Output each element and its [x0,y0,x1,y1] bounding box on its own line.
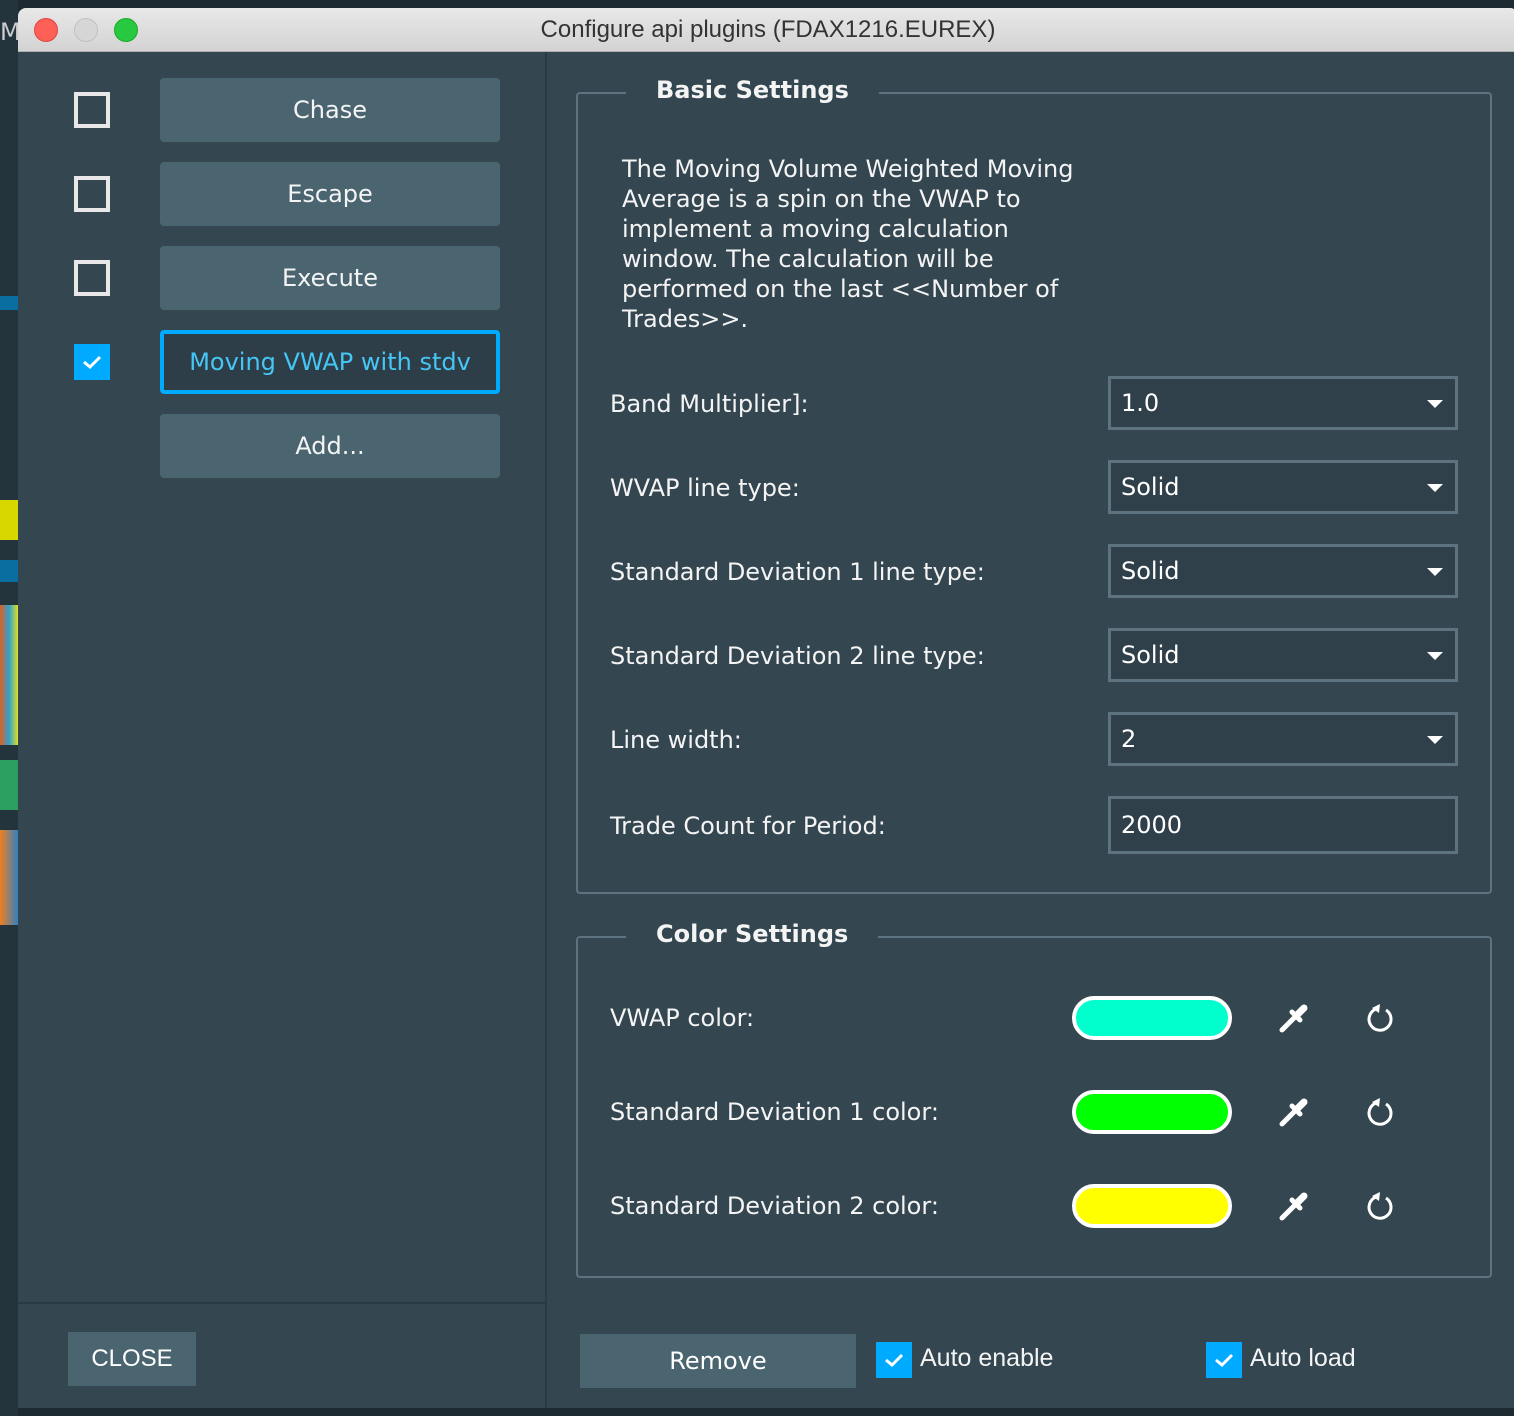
dropdown-value: Solid [1121,641,1180,669]
check-icon [1215,1353,1234,1368]
reset-icon[interactable] [1364,1190,1396,1222]
trade-count-input[interactable]: 2000 [1108,796,1458,854]
plugin-enable-checkbox[interactable] [74,344,110,380]
dropdown-value: Solid [1121,557,1180,585]
vwap-color-swatch[interactable] [1072,996,1232,1040]
close-window-button[interactable] [34,18,58,42]
chevron-down-icon [1427,736,1443,744]
stdev1-color-swatch[interactable] [1072,1090,1232,1134]
title-bar: Configure api plugins (FDAX1216.EUREX) [18,8,1514,52]
chevron-down-icon [1427,484,1443,492]
chevron-down-icon [1427,652,1443,660]
band-multiplier-dropdown[interactable]: 1.0 [1108,376,1458,430]
plugin-enable-checkbox[interactable] [74,92,110,128]
check-icon [83,355,102,370]
stdev2-color-label: Standard Deviation 2 color: [610,1192,939,1220]
line-width-dropdown[interactable]: 2 [1108,712,1458,766]
chevron-down-icon [1427,400,1443,408]
chevron-down-icon [1427,568,1443,576]
window-title: Configure api plugins (FDAX1216.EUREX) [540,16,996,43]
vwap-line-type-dropdown[interactable]: Solid [1108,460,1458,514]
plugin-description: The Moving Volume Weighted Moving Averag… [622,155,1074,333]
reset-icon[interactable] [1364,1096,1396,1128]
zoom-window-button[interactable] [114,18,138,42]
plugin-row-moving-vwap: Moving VWAP with stdv [18,330,547,394]
basic-settings-group: Basic Settings The Moving Volume Weighte… [576,76,1492,894]
stdev2-line-type-label: Standard Deviation 2 line type: [610,642,985,670]
vwap-color-label: VWAP color: [610,1004,755,1032]
dropdown-value: Solid [1121,473,1180,501]
background-app: M [0,0,21,1416]
plugin-button-chase[interactable]: Chase [160,78,500,142]
trade-count-label: Trade Count for Period: [610,812,886,840]
plugin-list-panel: Chase Escape Execute Moving VWAP with st… [18,52,547,1408]
dropdown-value: 2 [1121,725,1137,753]
close-button[interactable]: CLOSE [68,1332,196,1386]
add-plugin-row: Add... [18,414,547,478]
basic-settings-title: Basic Settings [626,76,879,104]
auto-load-label: Auto load [1250,1344,1356,1372]
plugin-button-moving-vwap[interactable]: Moving VWAP with stdv [160,330,500,394]
eyedropper-icon[interactable] [1278,1002,1310,1034]
plugin-row-chase: Chase [18,78,547,142]
plugin-enable-checkbox[interactable] [74,260,110,296]
add-plugin-button[interactable]: Add... [160,414,500,478]
plugin-row-execute: Execute [18,246,547,310]
eyedropper-icon[interactable] [1278,1096,1310,1128]
color-settings-title: Color Settings [626,920,879,948]
vwap-line-type-label: WVAP line type: [610,474,800,502]
check-icon [885,1353,904,1368]
auto-enable-checkbox[interactable] [876,1342,912,1378]
divider [18,1302,547,1304]
stdev1-line-type-label: Standard Deviation 1 line type: [610,558,985,586]
configure-plugins-dialog: Configure api plugins (FDAX1216.EUREX) C… [18,8,1514,1408]
plugin-enable-checkbox[interactable] [74,176,110,212]
dropdown-value: 1.0 [1121,389,1160,417]
remove-button[interactable]: Remove [580,1334,856,1388]
stdev2-line-type-dropdown[interactable]: Solid [1108,628,1458,682]
plugin-button-execute[interactable]: Execute [160,246,500,310]
minimize-window-button[interactable] [74,18,98,42]
auto-enable-label: Auto enable [920,1344,1054,1372]
eyedropper-icon[interactable] [1278,1190,1310,1222]
band-multiplier-label: Band Multiplier]: [610,390,809,418]
stdev2-color-swatch[interactable] [1072,1184,1232,1228]
plugin-button-escape[interactable]: Escape [160,162,500,226]
auto-load-checkbox[interactable] [1206,1342,1242,1378]
reset-icon[interactable] [1364,1002,1396,1034]
stdev1-line-type-dropdown[interactable]: Solid [1108,544,1458,598]
line-width-label: Line width: [610,726,742,754]
stdev1-color-label: Standard Deviation 1 color: [610,1098,939,1126]
plugin-row-escape: Escape [18,162,547,226]
color-settings-group: Color Settings VWAP color: Standard Devi… [576,920,1492,1278]
